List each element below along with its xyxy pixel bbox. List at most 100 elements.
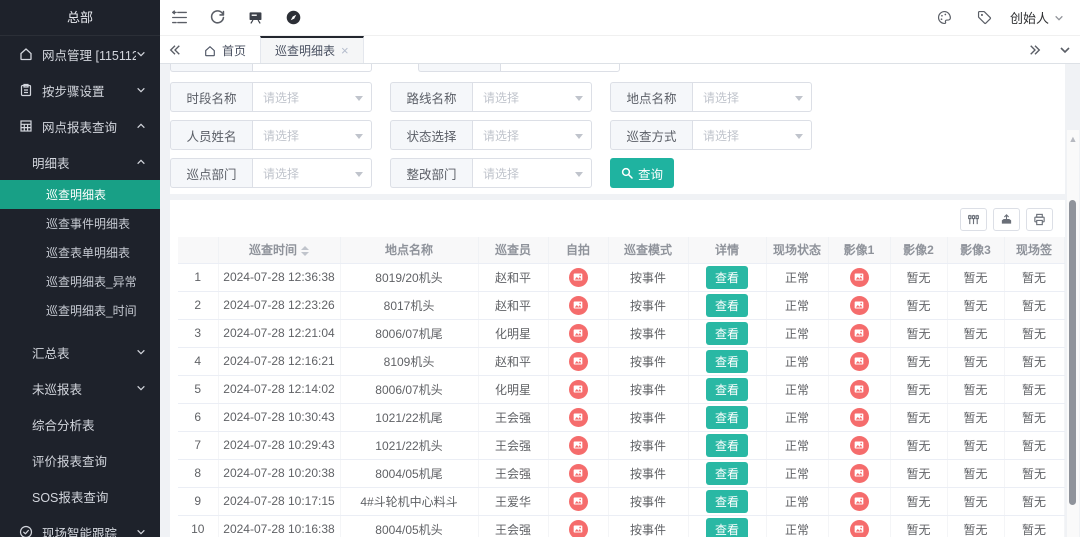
sidebar-item-评价报表查询[interactable]: 评价报表查询 [0, 442, 160, 478]
col-header: 巡查员 [478, 237, 548, 263]
scroll-up-icon[interactable]: ▲ [1068, 134, 1078, 144]
sidebar-item-label: 明细表 [32, 153, 136, 172]
photo-thumbnail-icon[interactable] [850, 520, 869, 537]
cell-image2: 暂无 [890, 431, 947, 459]
compass-icon[interactable] [274, 0, 312, 36]
cell-status: 正常 [766, 347, 828, 375]
palette-icon[interactable] [930, 0, 960, 36]
col-header: 巡查模式 [608, 237, 688, 263]
view-detail-button[interactable]: 查看 [706, 294, 748, 317]
photo-thumbnail-icon[interactable] [569, 268, 588, 287]
view-detail-button[interactable]: 查看 [706, 490, 748, 513]
col-header [178, 237, 218, 263]
sidebar-item-巡查明细表[interactable]: 巡查明细表 [0, 180, 160, 209]
cell-detail: 查看 [688, 375, 766, 403]
tabs-scroll-left-icon[interactable] [160, 36, 190, 63]
filter-select[interactable]: 请选择 [252, 158, 372, 188]
view-detail-button[interactable]: 查看 [706, 266, 748, 289]
sort-icon[interactable] [301, 246, 309, 256]
sidebar-item-按步骤设置[interactable]: 按步骤设置 [0, 72, 160, 108]
photo-thumbnail-icon[interactable] [569, 520, 588, 537]
sidebar-item-汇总表[interactable]: 汇总表 [0, 334, 160, 370]
search-button[interactable]: 查询 [610, 158, 674, 188]
scrollbar-thumb[interactable] [1069, 200, 1076, 505]
tabs-scroll-right-icon[interactable] [1020, 36, 1050, 63]
cell-mode: 按事件 [608, 459, 688, 487]
photo-thumbnail-icon[interactable] [850, 436, 869, 455]
photo-thumbnail-icon[interactable] [850, 380, 869, 399]
column-settings-icon[interactable] [960, 208, 987, 231]
search-icon [621, 167, 633, 179]
table-row: 42024-07-28 12:16:218109机头赵和平按事件查看正常暂无暂无… [178, 347, 1064, 375]
print-icon[interactable] [1026, 208, 1053, 231]
photo-thumbnail-icon[interactable] [569, 464, 588, 483]
tab-close-icon[interactable]: × [341, 44, 349, 57]
user-menu[interactable]: 创始人 [1010, 8, 1064, 27]
photo-thumbnail-icon[interactable] [850, 408, 869, 427]
select-placeholder: 请选择 [703, 89, 739, 106]
photo-thumbnail-icon[interactable] [569, 380, 588, 399]
col-header[interactable]: 巡查时间 [218, 237, 340, 263]
sidebar-item-未巡报表[interactable]: 未巡报表 [0, 370, 160, 406]
photo-thumbnail-icon[interactable] [850, 492, 869, 511]
sidebar-item-明细表[interactable]: 明细表 [0, 144, 160, 180]
cell-sign: 暂无 [1004, 459, 1064, 487]
cell-image1 [828, 263, 890, 291]
cell-detail: 查看 [688, 263, 766, 291]
view-detail-button[interactable]: 查看 [706, 350, 748, 373]
screen-icon[interactable] [236, 0, 274, 36]
view-detail-button[interactable]: 查看 [706, 378, 748, 401]
photo-thumbnail-icon[interactable] [850, 296, 869, 315]
chevron-up-icon [136, 121, 146, 131]
export-icon[interactable] [993, 208, 1020, 231]
topbar-right: 创始人 [930, 0, 1080, 36]
filter-select[interactable]: 请选择 [472, 158, 592, 188]
filter-select[interactable]: 请选择 [252, 82, 372, 112]
photo-thumbnail-icon[interactable] [850, 464, 869, 483]
photo-thumbnail-icon[interactable] [569, 352, 588, 371]
photo-thumbnail-icon[interactable] [850, 324, 869, 343]
tab-home[interactable]: 首页 [190, 36, 260, 63]
view-detail-button[interactable]: 查看 [706, 322, 748, 345]
filter-label: 巡点部门 [170, 158, 252, 188]
view-detail-button[interactable]: 查看 [706, 462, 748, 485]
photo-thumbnail-icon[interactable] [569, 324, 588, 343]
photo-thumbnail-icon[interactable] [850, 352, 869, 371]
filter-row-clipped [170, 64, 638, 72]
photo-thumbnail-icon[interactable] [569, 296, 588, 315]
sidebar: 总部 网点管理 [1151120]按步骤设置网点报表查询明细表巡查明细表巡查事件… [0, 0, 160, 537]
cell-image1 [828, 375, 890, 403]
sidebar-item-巡查事件明细表[interactable]: 巡查事件明细表 [0, 209, 160, 238]
collapse-sidebar-icon[interactable] [160, 0, 198, 36]
tag-icon[interactable] [970, 0, 1000, 36]
sidebar-item-SOS报表查询[interactable]: SOS报表查询 [0, 478, 160, 514]
view-detail-button[interactable]: 查看 [706, 434, 748, 457]
vertical-scrollbar[interactable]: ▲ ▼ [1067, 130, 1079, 537]
sidebar-item-网点管理 [1151120][interactable]: 网点管理 [1151120] [0, 36, 160, 72]
chevron-up-icon [136, 157, 146, 167]
filter-select[interactable]: 请选择 [472, 120, 592, 150]
topbar: 创始人 [160, 0, 1080, 36]
filter-row: 时段名称 请选择路线名称 请选择地点名称 请选择 [170, 82, 830, 112]
photo-thumbnail-icon[interactable] [569, 492, 588, 511]
view-detail-button[interactable]: 查看 [706, 406, 748, 429]
filter-label: 状态选择 [390, 120, 472, 150]
chevron-down-icon [136, 383, 146, 393]
sidebar-item-综合分析表[interactable]: 综合分析表 [0, 406, 160, 442]
sidebar-item-巡查明细表_异常[interactable]: 巡查明细表_异常 [0, 267, 160, 296]
photo-thumbnail-icon[interactable] [569, 408, 588, 427]
filter-select[interactable]: 请选择 [692, 82, 812, 112]
filter-select[interactable]: 请选择 [472, 82, 592, 112]
sidebar-item-巡查明细表_时间[interactable]: 巡查明细表_时间 [0, 296, 160, 325]
filter-select[interactable]: 请选择 [252, 120, 372, 150]
photo-thumbnail-icon[interactable] [850, 268, 869, 287]
sidebar-item-现场智能跟踪[interactable]: 现场智能跟踪 [0, 514, 160, 537]
sidebar-item-巡查表单明细表[interactable]: 巡查表单明细表 [0, 238, 160, 267]
filter-select[interactable]: 请选择 [692, 120, 812, 150]
refresh-icon[interactable] [198, 0, 236, 36]
tabs-menu-icon[interactable] [1050, 36, 1080, 63]
view-detail-button[interactable]: 查看 [706, 518, 748, 537]
photo-thumbnail-icon[interactable] [569, 436, 588, 455]
sidebar-item-网点报表查询[interactable]: 网点报表查询 [0, 108, 160, 144]
tab-inspection-detail[interactable]: 巡查明细表 × [260, 36, 364, 63]
